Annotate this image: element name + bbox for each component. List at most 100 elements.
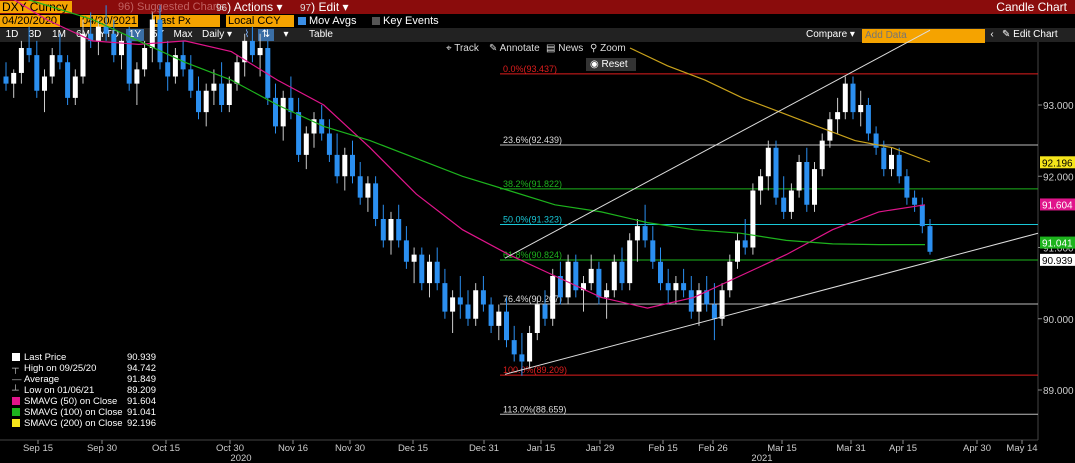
compare-button[interactable]: Compare ▾ xyxy=(806,29,855,41)
candle-body xyxy=(265,48,271,98)
candle-body xyxy=(419,254,425,284)
range-1y[interactable]: 1Y xyxy=(126,29,144,41)
legend-value: 89.209 xyxy=(126,385,156,396)
start-date-field[interactable]: 04/20/2020 xyxy=(0,15,60,27)
y-tick-label: 89.000 xyxy=(1043,386,1074,397)
chart-legend: Last Price 90.939 ┬ High on 09/25/20 94.742—… xyxy=(12,352,156,429)
checkbox-unchecked-icon xyxy=(372,17,380,25)
add-data-input[interactable] xyxy=(862,29,985,43)
end-date-field[interactable]: 04/20/2021 xyxy=(80,15,138,27)
suggested-charts-button[interactable]: 96) Suggested Charts xyxy=(118,0,225,14)
candle-body xyxy=(904,176,910,198)
candle-body xyxy=(172,55,178,77)
price-tag xyxy=(1040,198,1075,211)
y-tick-label: 93.000 xyxy=(1043,101,1074,112)
candle-body xyxy=(765,147,771,177)
legend-label: Low on 01/06/21 xyxy=(24,385,95,396)
line-style-icon[interactable]: ⌇ xyxy=(240,29,254,41)
candle-body xyxy=(465,304,471,319)
x-tick-label: Oct 30 xyxy=(216,443,244,454)
range-1m[interactable]: 1M xyxy=(51,29,67,41)
edit-chart-label: Edit Chart xyxy=(1013,29,1058,40)
legend-value: 92.196 xyxy=(126,418,156,429)
candle-body xyxy=(119,40,124,56)
candle-body xyxy=(373,183,379,219)
candle-body xyxy=(865,105,871,134)
candle-body xyxy=(273,97,278,127)
currency-select[interactable]: Local CCY xyxy=(226,15,294,27)
fib-level-label: 38.2%(91.822) xyxy=(503,179,562,189)
price-tag-label: 91.604 xyxy=(1042,200,1073,211)
legend-label: SMAVG (200) on Close xyxy=(24,418,123,429)
candle-body xyxy=(34,55,40,91)
table-button[interactable]: Table xyxy=(306,29,336,41)
candle-style-icon[interactable]: ⇅ xyxy=(258,29,274,41)
candle-body xyxy=(442,283,448,312)
price-tag xyxy=(1040,253,1075,266)
legend-swatch xyxy=(12,419,20,427)
fib-level-label: 100.0%(89.209) xyxy=(503,365,567,375)
actions-label: Actions xyxy=(233,0,274,14)
x-tick-label: Sep 15 xyxy=(23,443,53,454)
candle-body xyxy=(288,97,294,113)
actions-button[interactable]: 96) Actions ▾ xyxy=(216,0,283,14)
candle-body xyxy=(658,261,663,284)
legend-value: 91.604 xyxy=(126,396,156,407)
edit-chart-button[interactable]: ✎ Edit Chart xyxy=(1002,29,1058,41)
candle-body xyxy=(357,176,363,198)
range-3d[interactable]: 3D xyxy=(27,29,43,41)
candle-body xyxy=(396,219,402,241)
range-max[interactable]: Max xyxy=(172,29,194,41)
sma200-line xyxy=(629,47,931,163)
candle-body xyxy=(242,40,248,63)
news-tool[interactable]: ▤ News xyxy=(546,43,583,55)
chevron-down-icon: ▾ xyxy=(342,0,349,14)
candle-body xyxy=(750,190,756,248)
candle-body xyxy=(303,133,309,155)
x-tick-label: Apr 30 xyxy=(963,443,991,454)
x-tick-label: Nov 30 xyxy=(335,443,365,454)
range-1d[interactable]: 1D xyxy=(4,29,20,41)
edit-button[interactable]: 97) Edit ▾ xyxy=(300,0,349,14)
caret-down-icon[interactable]: ▾ xyxy=(280,29,292,41)
frequency-select[interactable]: Daily ▾ xyxy=(200,29,234,41)
candle-body xyxy=(403,240,409,262)
candle-body xyxy=(126,40,132,84)
candle-body xyxy=(319,119,325,134)
range-5y[interactable]: 5Y xyxy=(150,29,166,41)
candle-body xyxy=(704,290,710,305)
key-events-checkbox[interactable]: Key Events xyxy=(372,15,439,27)
candle-body xyxy=(627,240,633,284)
price-tag-label: 92.196 xyxy=(1042,158,1073,169)
fib-level-label: 0.0%(93.437) xyxy=(503,64,557,74)
high-marker-icon: ┬ xyxy=(12,363,19,374)
legend-value: 94.742 xyxy=(126,363,156,374)
settings-icon[interactable]: ‹ xyxy=(986,29,998,41)
candle-body xyxy=(881,147,887,170)
candle-body xyxy=(504,311,509,341)
candle-body xyxy=(365,183,371,198)
candle-chart[interactable]: 93.000 92.000 91.000 90.000 89.000 0.0%(93.43… xyxy=(0,0,1075,463)
candle-body xyxy=(57,55,63,63)
annotate-tool[interactable]: ✎ Annotate xyxy=(489,43,540,55)
track-tool[interactable]: ⌖ Track xyxy=(446,43,479,55)
range-6m[interactable]: 6M xyxy=(74,29,92,41)
price-field-select[interactable]: Last Px xyxy=(152,15,220,27)
ticker-field[interactable]: DXY Curncy xyxy=(0,1,72,13)
suggested-label: Suggested Charts xyxy=(136,1,226,13)
candle-body xyxy=(72,76,78,98)
candle-body xyxy=(596,268,602,298)
year-label: 2020 xyxy=(230,453,251,463)
range-ytd[interactable]: YTD xyxy=(98,29,120,41)
candle-body xyxy=(873,133,879,148)
zoom-tool[interactable]: ⚲ Zoom xyxy=(590,43,626,55)
reset-button[interactable]: ◉ Reset xyxy=(586,58,636,71)
legend-label: SMAVG (100) on Close xyxy=(24,407,123,418)
candle-body xyxy=(257,48,263,56)
mov-avgs-checkbox[interactable]: Mov Avgs xyxy=(298,15,357,27)
legend-value: 91.041 xyxy=(126,407,156,418)
candle-body xyxy=(842,83,848,113)
fib-level-label: 61.8%(90.824) xyxy=(503,250,562,260)
legend-row: SMAVG (200) on Close 92.196 xyxy=(12,418,156,429)
year-label: 2021 xyxy=(751,453,772,463)
